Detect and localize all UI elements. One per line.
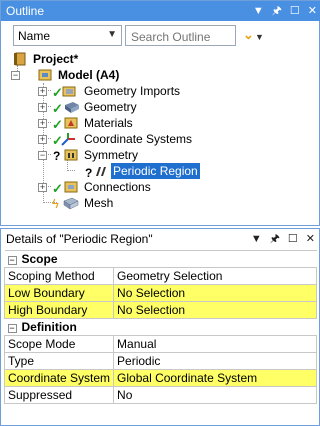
group-definition[interactable]: − Definition	[4, 318, 317, 336]
expand-icon[interactable]: +	[38, 135, 47, 144]
close-icon[interactable]: ✕	[306, 229, 315, 249]
group-scope[interactable]: − Scope	[4, 250, 317, 268]
maximize-icon[interactable]: ☐	[288, 229, 298, 249]
outline-title: Outline	[6, 4, 45, 18]
details-title-bar: Details of "Periodic Region" ▼ 🖈 ☐ ✕	[1, 229, 319, 249]
collapse-icon[interactable]: −	[7, 256, 17, 265]
tree-item-label: Geometry	[84, 100, 137, 114]
tree-item-label: Coordinate Systems	[84, 132, 193, 146]
search-outline-box[interactable]	[125, 25, 237, 46]
property-value[interactable]: Manual	[113, 335, 317, 353]
property-label: Scoping Method	[3, 267, 115, 285]
tree-item-label: Connections	[84, 180, 151, 194]
tree-item-label: Mesh	[84, 196, 114, 210]
group-label: Definition	[21, 320, 77, 334]
property-label: Suppressed	[3, 386, 115, 404]
materials-icon	[64, 116, 78, 130]
property-label: Scope Mode	[3, 335, 115, 353]
collapse-icon[interactable]: −	[7, 324, 17, 333]
details-row-coordinate-system[interactable]: Coordinate System Global Coordinate Syst…	[3, 369, 317, 387]
tree-item-label: Materials	[84, 116, 133, 130]
property-label: High Boundary	[3, 301, 115, 319]
filter-options-button[interactable]: ⌄ ▼	[243, 27, 267, 45]
connections-icon	[64, 180, 78, 194]
expand-icon[interactable]: +	[38, 183, 47, 192]
symmetry-icon	[64, 148, 78, 162]
tree-item-label: Project*	[33, 52, 79, 66]
property-label: Coordinate System	[3, 369, 115, 387]
geometry-imports-icon	[62, 84, 76, 98]
details-row-type[interactable]: Type Periodic	[3, 352, 317, 370]
mesh-icon	[63, 196, 79, 210]
tree-item-label: Model (A4)	[58, 68, 120, 82]
details-row-scoping-method[interactable]: Scoping Method Geometry Selection	[3, 267, 317, 285]
project-book-icon	[13, 52, 27, 66]
property-label: Type	[3, 352, 115, 370]
collapse-icon[interactable]: −	[11, 71, 20, 80]
periodic-region-icon	[94, 164, 108, 178]
chevron-down-icon: ▼	[107, 29, 117, 40]
filter-type-select[interactable]: Name ▼	[13, 25, 122, 46]
coordinate-systems-icon	[60, 132, 75, 146]
expand-icon[interactable]: +	[38, 87, 47, 96]
pin-icon[interactable]: 🖈	[270, 229, 280, 249]
outline-title-bar: Outline ▼ 🖈 ☐ ✕	[1, 1, 320, 21]
chevron-down-icon: ⌄	[243, 27, 254, 42]
small-dropdown-icon: ▼	[255, 32, 264, 42]
details-panel: Details of "Periodic Region" ▼ 🖈 ☐ ✕ − Sc…	[0, 228, 320, 426]
outline-panel: Outline ▼ 🖈 ☐ ✕ Name ▼ ⌄ ▼	[0, 0, 320, 226]
tree-item-label: Symmetry	[84, 148, 138, 162]
panel-menu-icon[interactable]: ▼	[253, 1, 264, 21]
group-label: Scope	[21, 252, 58, 266]
expand-icon[interactable]: +	[38, 103, 47, 112]
property-value[interactable]: Global Coordinate System	[113, 369, 317, 387]
geometry-icon	[64, 100, 79, 114]
details-row-scope-mode[interactable]: Scope Mode Manual	[3, 335, 317, 353]
details-row-high-boundary[interactable]: High Boundary No Selection	[3, 301, 317, 319]
maximize-icon[interactable]: ☐	[290, 1, 300, 21]
details-title: Details of "Periodic Region"	[6, 232, 153, 246]
property-value[interactable]: Periodic	[113, 352, 317, 370]
collapse-icon[interactable]: −	[38, 151, 47, 160]
filter-type-value: Name	[18, 29, 51, 43]
search-input[interactable]	[129, 27, 237, 46]
close-icon[interactable]: ✕	[308, 1, 317, 21]
property-value[interactable]: No Selection	[113, 284, 317, 302]
property-value[interactable]: No Selection	[113, 301, 317, 319]
details-row-suppressed[interactable]: Suppressed No	[3, 386, 317, 404]
tree-item-label: Geometry Imports	[84, 84, 181, 98]
property-value[interactable]: Geometry Selection	[113, 267, 317, 285]
property-value[interactable]: No	[113, 386, 317, 404]
model-icon	[38, 68, 52, 82]
details-row-low-boundary[interactable]: Low Boundary No Selection	[3, 284, 317, 302]
outline-toolbar: Name ▼ ⌄ ▼	[1, 23, 320, 49]
panel-menu-icon[interactable]: ▼	[251, 229, 262, 249]
details-grid: − Scope Scoping Method Geometry Selection…	[3, 250, 317, 404]
tree-item-label: Periodic Region	[111, 163, 200, 179]
property-label: Low Boundary	[3, 284, 115, 302]
expand-icon[interactable]: +	[38, 119, 47, 128]
pin-icon[interactable]: 🖈	[272, 1, 282, 21]
